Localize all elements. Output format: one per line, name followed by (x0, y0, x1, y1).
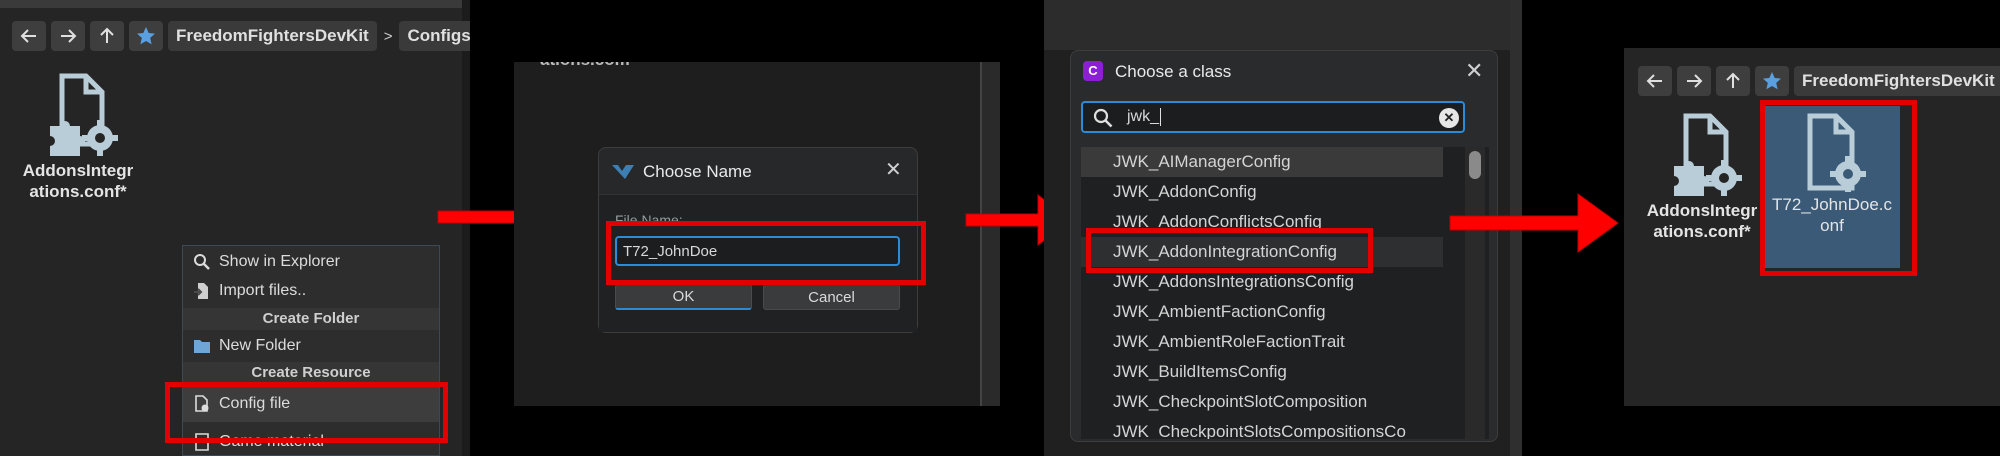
search-icon (1093, 108, 1113, 128)
arrow-left-icon (20, 29, 36, 43)
top-strip (0, 0, 470, 8)
cancel-button[interactable]: Cancel (763, 284, 900, 310)
file-tile-label: AddonsIntegr ations.conf* (1646, 201, 1758, 241)
dialog-title: Choose a class (1115, 62, 1232, 81)
config-file-icon (195, 395, 209, 412)
arrow-right-icon (61, 29, 77, 43)
class-item[interactable]: JWK_CheckpointSlotComposition (1081, 387, 1443, 417)
class-search-input[interactable]: jwk_ ✕ (1081, 101, 1465, 133)
favorite-button[interactable] (129, 21, 163, 51)
folder-icon (194, 340, 210, 353)
menu-item-config-file[interactable]: Config file (183, 386, 439, 422)
ok-button[interactable]: OK (615, 284, 752, 310)
breadcrumb-configs[interactable]: Configs (399, 21, 470, 51)
star-icon (1763, 72, 1781, 90)
star-icon (137, 27, 155, 45)
arrow-up-icon (100, 27, 114, 43)
class-item-selected[interactable]: JWK_AddonIntegrationConfig (1081, 237, 1443, 267)
search-value: jwk_ (1127, 108, 1160, 125)
config-file-icon (1807, 113, 1866, 192)
class-item[interactable]: JWK_CheckpointSlotsCompositionsCo (1081, 417, 1443, 439)
close-button[interactable]: ✕ (885, 157, 902, 182)
clear-icon[interactable]: ✕ (1439, 108, 1459, 128)
menu-item-label: Game material (219, 433, 324, 450)
up-button[interactable] (1716, 66, 1750, 96)
import-icon (194, 283, 208, 299)
breadcrumb-root-label: FreedomFightersDevKit (1802, 71, 1995, 90)
menu-item-label: New Folder (219, 337, 301, 354)
workbench-logo-icon (612, 165, 634, 179)
menu-header-create-folder: Create Folder (183, 308, 439, 330)
config-file-icon (50, 73, 118, 156)
menu-item-show-in-explorer[interactable]: Show in Explorer (183, 248, 439, 276)
menu-item-import-files[interactable]: Import files.. (183, 277, 439, 305)
arrow-left-icon (1646, 74, 1662, 88)
file-tile-t72-johndoe[interactable]: T72_JohnDoe.c onf (1764, 106, 1900, 268)
menu-item-label: Config file (219, 395, 291, 412)
browser-toolbar: FreedomFightersDevKit (1638, 66, 2000, 96)
class-item[interactable]: JWK_AddonConflictsConfig (1081, 207, 1443, 237)
file-tile-label: AddonsIntegr ations.conf* (22, 161, 134, 201)
asset-browser-panel: FreedomFightersDevKit > Configs AddonsIn… (0, 0, 470, 456)
background-filename: ations.com (540, 62, 630, 70)
menu-item-new-folder[interactable]: New Folder (183, 332, 439, 360)
search-icon (194, 254, 210, 270)
file-tile-addons[interactable]: AddonsIntegr ations.conf* (14, 72, 142, 202)
up-button[interactable] (90, 21, 124, 51)
breadcrumb-separator: > (383, 27, 393, 45)
close-button[interactable]: ✕ (1465, 58, 1483, 84)
menu-item-game-material[interactable]: Game material (183, 428, 439, 455)
class-item[interactable]: JWK_AIManagerConfig (1081, 147, 1443, 177)
menu-header-create-resource: Create Resource (183, 362, 439, 384)
text-cursor (1160, 108, 1162, 126)
class-item[interactable]: JWK_AmbientRoleFactionTrait (1081, 327, 1443, 357)
file-tile-addons[interactable]: AddonsIntegr ations.conf* (1638, 112, 1766, 242)
class-item[interactable]: JWK_AddonConfig (1081, 177, 1443, 207)
file-tile-label: T72_JohnDoe.c onf (1771, 195, 1893, 235)
arrow-right-icon (1687, 74, 1703, 88)
scrollbar-thumb[interactable] (1469, 151, 1481, 179)
breadcrumb-configs-label: Configs (407, 26, 470, 45)
choose-class-dialog: C Choose a class ✕ jwk_ ✕ JWK_AIManagerC… (1070, 50, 1498, 442)
menu-item-label: Show in Explorer (219, 253, 340, 270)
favorite-button[interactable] (1755, 66, 1789, 96)
breadcrumb-root[interactable]: FreedomFightersDevKit (1794, 66, 2000, 96)
file-name-input[interactable]: T72_JohnDoe (615, 236, 900, 266)
menu-item-label: Import files.. (219, 282, 307, 299)
panel-top (1044, 0, 1522, 50)
class-item[interactable]: JWK_AmbientFactionConfig (1081, 297, 1443, 327)
field-label: File Name: (615, 212, 683, 228)
breadcrumb-root-label: FreedomFightersDevKit (176, 26, 369, 45)
browser-toolbar: FreedomFightersDevKit > Configs (12, 21, 470, 51)
config-file-icon (1674, 113, 1742, 196)
choose-name-dialog: Choose Name ✕ File Name: T72_JohnDoe OK … (598, 147, 918, 333)
choose-name-panel: ations.com Choose Name ✕ File Name: T72_… (514, 62, 1000, 406)
forward-button[interactable] (51, 21, 85, 51)
back-button[interactable] (12, 21, 46, 51)
material-icon (195, 433, 209, 451)
step-arrow-icon (1449, 193, 1619, 253)
class-c-icon: C (1083, 61, 1103, 81)
class-list: JWK_AIManagerConfig JWK_AddonConfig JWK_… (1081, 147, 1489, 439)
class-item[interactable]: JWK_AddonsIntegrationsConfig (1081, 267, 1443, 297)
forward-button[interactable] (1677, 66, 1711, 96)
arrow-up-icon (1726, 72, 1740, 88)
dialog-title: Choose Name (643, 162, 752, 181)
back-button[interactable] (1638, 66, 1672, 96)
class-item[interactable]: JWK_BuildItemsConfig (1081, 357, 1443, 387)
asset-browser-result-panel: FreedomFightersDevKit AddonsIntegr ation… (1624, 48, 2000, 406)
breadcrumb-root[interactable]: FreedomFightersDevKit (168, 21, 377, 51)
context-menu: Show in Explorer Import files.. Create F… (182, 245, 440, 456)
